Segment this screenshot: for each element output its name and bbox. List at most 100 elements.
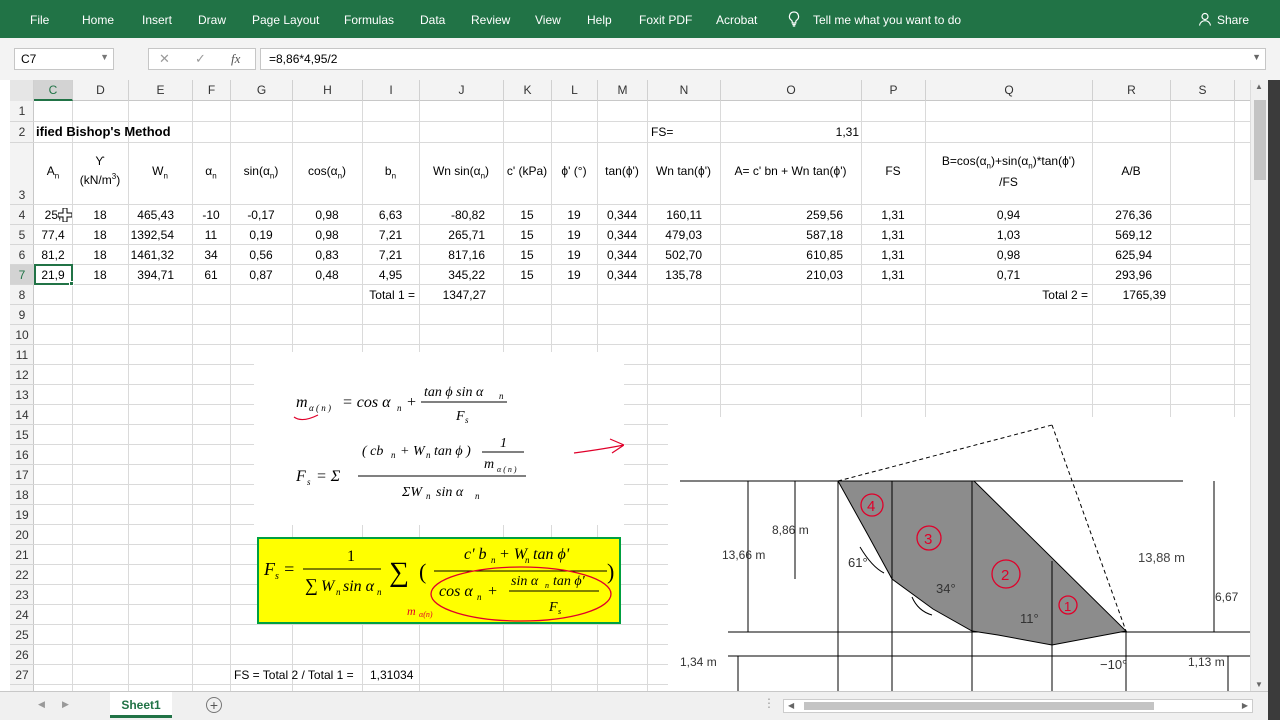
column-header-r[interactable]: R xyxy=(1093,80,1171,101)
header-cos-alpha[interactable]: cos(αn) xyxy=(292,163,362,184)
next-sheet-icon[interactable]: ▶ xyxy=(62,699,69,710)
header-weight[interactable]: Wn xyxy=(128,163,192,184)
table-cell[interactable]: 18 xyxy=(72,265,128,285)
row-header-12[interactable]: 12 xyxy=(10,365,34,385)
header-cohesion[interactable]: c' (kPa) xyxy=(503,163,551,179)
total1-value[interactable]: 1347,27 xyxy=(419,285,486,305)
column-header-s[interactable]: S xyxy=(1171,80,1235,101)
table-cell[interactable]: 1392,54 xyxy=(128,225,192,245)
table-cell[interactable]: 11 xyxy=(192,225,230,245)
row-header-1[interactable]: 1 xyxy=(10,101,34,122)
sheet-title[interactable]: ified Bishop's Method xyxy=(36,122,171,142)
table-cell[interactable]: 160,11 xyxy=(647,205,720,225)
table-cell[interactable]: 569,12 xyxy=(1092,225,1170,245)
lightbulb-icon[interactable] xyxy=(788,11,800,30)
bishop-equations-image[interactable]: m α ( n ) = cos α n + tan ϕ sin α n F s … xyxy=(254,352,626,525)
header-tan-phi[interactable]: tan(ϕ') xyxy=(597,163,647,179)
table-cell[interactable]: 19 xyxy=(551,225,597,245)
row-header-11[interactable]: 11 xyxy=(10,345,34,365)
table-cell[interactable]: 625,94 xyxy=(1092,245,1170,265)
table-cell[interactable]: 0,87 xyxy=(230,265,292,285)
sheet-tab-sheet1[interactable]: Sheet1 xyxy=(110,692,172,718)
table-cell[interactable]: 0,344 xyxy=(597,245,647,265)
row-header-22[interactable]: 22 xyxy=(10,565,34,585)
table-cell[interactable]: 18 xyxy=(72,205,128,225)
table-cell[interactable]: 7,21 xyxy=(362,245,419,265)
total2-label[interactable]: Total 2 = xyxy=(974,285,1088,305)
column-header-d[interactable]: D xyxy=(73,80,129,101)
row-header-18[interactable]: 18 xyxy=(10,485,34,505)
column-header-n[interactable]: N xyxy=(648,80,721,101)
share-icon[interactable] xyxy=(1198,12,1212,29)
table-cell[interactable]: 15 xyxy=(503,205,551,225)
header-phi[interactable]: ϕ' (°) xyxy=(551,163,597,179)
table-cell[interactable]: 1461,32 xyxy=(128,245,192,265)
table-cell[interactable]: 0,98 xyxy=(292,205,362,225)
table-cell[interactable]: 81,2 xyxy=(34,245,72,265)
table-cell[interactable]: 1,31 xyxy=(861,225,925,245)
column-header-h[interactable]: H xyxy=(293,80,363,101)
table-cell[interactable]: 210,03 xyxy=(720,265,861,285)
scroll-down-icon[interactable]: ▼ xyxy=(1255,680,1263,689)
formula-input[interactable]: =8,86*4,95/2 ▼ xyxy=(260,48,1266,70)
header-area[interactable]: An xyxy=(34,163,72,184)
column-header-l[interactable]: L xyxy=(552,80,598,101)
table-cell[interactable]: 479,03 xyxy=(647,225,720,245)
header-alpha[interactable]: αn xyxy=(192,163,230,184)
fs-result-value[interactable]: 1,31034 xyxy=(370,665,413,685)
row-header-2[interactable]: 2 xyxy=(10,122,34,143)
table-cell[interactable]: 276,36 xyxy=(1092,205,1170,225)
row-header-24[interactable]: 24 xyxy=(10,605,34,625)
table-cell[interactable]: 345,22 xyxy=(419,265,503,285)
table-cell[interactable]: 394,71 xyxy=(128,265,192,285)
header-sin-alpha[interactable]: sin(αn) xyxy=(230,163,292,184)
scroll-left-icon[interactable]: ◀ xyxy=(788,701,794,710)
vertical-scrollbar[interactable]: ▲ ▼ xyxy=(1250,80,1268,691)
table-cell[interactable]: 259,56 xyxy=(720,205,861,225)
row-header-27[interactable]: 27 xyxy=(10,665,34,685)
column-header-g[interactable]: G xyxy=(231,80,293,101)
tab-foxit-pdf[interactable]: Foxit PDF xyxy=(639,13,692,27)
total1-label[interactable]: Total 1 = xyxy=(362,285,415,305)
header-width[interactable]: bn xyxy=(362,163,419,184)
table-cell[interactable]: 135,78 xyxy=(647,265,720,285)
tab-file[interactable]: File xyxy=(30,13,49,27)
fs-result-label[interactable]: FS = Total 2 / Total 1 = xyxy=(234,665,354,685)
table-cell[interactable]: -10 xyxy=(192,205,230,225)
table-cell[interactable]: 6,63 xyxy=(362,205,419,225)
row-header-9[interactable]: 9 xyxy=(10,305,34,325)
table-cell[interactable]: 817,16 xyxy=(419,245,503,265)
table-cell[interactable]: 265,71 xyxy=(419,225,503,245)
table-cell[interactable]: 465,43 xyxy=(128,205,192,225)
table-cell[interactable]: 15 xyxy=(503,225,551,245)
row-header-7[interactable]: 7 xyxy=(10,265,34,285)
row-header-14[interactable]: 14 xyxy=(10,405,34,425)
column-header-o[interactable]: O xyxy=(721,80,862,101)
table-cell[interactable]: -80,82 xyxy=(419,205,503,225)
horizontal-scroll-thumb[interactable] xyxy=(804,702,1154,710)
tab-review[interactable]: Review xyxy=(471,13,510,27)
table-cell[interactable]: 1,31 xyxy=(861,245,925,265)
scroll-thumb[interactable] xyxy=(1254,100,1266,180)
tab-view[interactable]: View xyxy=(535,13,561,27)
row-header-3[interactable]: 3 xyxy=(10,143,34,205)
column-header-c[interactable]: C xyxy=(34,80,73,101)
header-a-over-b[interactable]: A/B xyxy=(1092,163,1170,179)
table-cell[interactable]: 19 xyxy=(551,265,597,285)
table-cell[interactable]: 293,96 xyxy=(1092,265,1170,285)
select-all-corner[interactable] xyxy=(10,80,34,101)
table-cell[interactable]: 0,48 xyxy=(292,265,362,285)
table-cell[interactable]: 0,71 xyxy=(925,265,1092,285)
column-header-j[interactable]: J xyxy=(420,80,504,101)
tab-insert[interactable]: Insert xyxy=(142,13,172,27)
tab-page-layout[interactable]: Page Layout xyxy=(252,13,319,27)
table-cell[interactable]: 7,21 xyxy=(362,225,419,245)
column-header-m[interactable]: M xyxy=(598,80,648,101)
table-cell[interactable]: 0,344 xyxy=(597,265,647,285)
total2-value[interactable]: 1765,39 xyxy=(1092,285,1166,305)
row-header-13[interactable]: 13 xyxy=(10,385,34,405)
table-cell[interactable]: 1,03 xyxy=(925,225,1092,245)
scroll-up-icon[interactable]: ▲ xyxy=(1255,82,1263,91)
tab-formulas[interactable]: Formulas xyxy=(344,13,394,27)
fs-label[interactable]: FS= xyxy=(651,122,673,142)
